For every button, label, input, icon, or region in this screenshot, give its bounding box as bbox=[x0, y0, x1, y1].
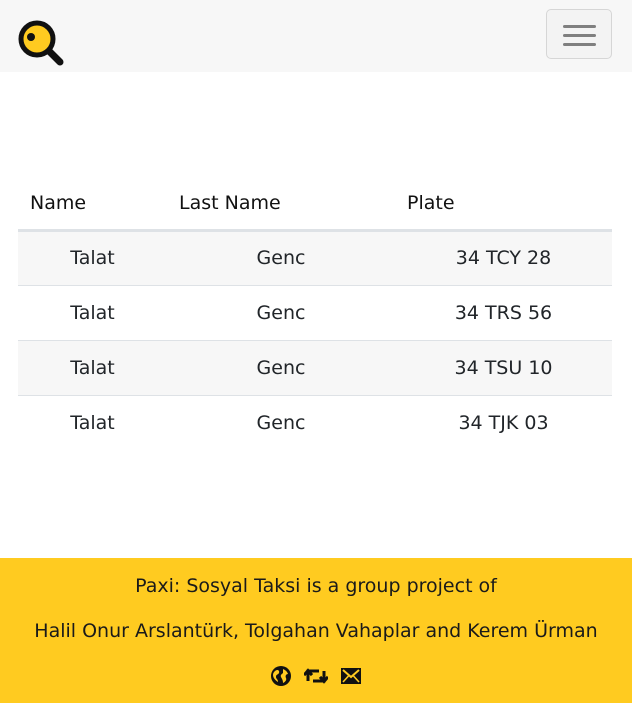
navbar bbox=[0, 0, 632, 72]
footer-project-line: Paxi: Sosyal Taksi is a group project of bbox=[135, 575, 497, 597]
cell-name: Talat bbox=[18, 340, 167, 396]
globe-icon[interactable] bbox=[269, 664, 293, 688]
cell-name: Talat bbox=[18, 285, 167, 341]
cell-last-name: Genc bbox=[167, 340, 395, 396]
table-row: Talat Genc 34 TRS 56 bbox=[18, 285, 612, 341]
column-header-plate: Plate bbox=[395, 178, 612, 232]
column-header-last-name: Last Name bbox=[167, 178, 395, 232]
envelope-icon[interactable] bbox=[339, 664, 363, 688]
table-header-row: Name Last Name Plate bbox=[18, 178, 612, 232]
magnifier-logo-icon[interactable] bbox=[16, 18, 66, 68]
cell-last-name: Genc bbox=[256, 411, 306, 434]
cell-plate: 34 TSU 10 bbox=[395, 340, 612, 396]
cell-name: Talat bbox=[18, 230, 167, 286]
footer-icon-row bbox=[0, 664, 632, 690]
menu-toggle-button[interactable] bbox=[546, 9, 612, 59]
table-row: Talat Genc 34 TSU 10 bbox=[18, 340, 612, 396]
taxi-table: Name Last Name Plate Talat Genc 34 TCY 2… bbox=[18, 178, 612, 450]
retweet-icon[interactable] bbox=[302, 664, 330, 688]
footer: Paxi: Sosyal Taksi is a group project of… bbox=[0, 558, 632, 703]
column-header-name: Name bbox=[18, 178, 167, 232]
table-row: Talat Genc 34 TJK 03 bbox=[18, 395, 612, 450]
cell-last-name: Genc bbox=[167, 285, 395, 341]
cell-last-name: Genc bbox=[167, 230, 395, 286]
cell-plate: 34 TJK 03 bbox=[458, 411, 549, 434]
cell-name: Talat bbox=[70, 411, 115, 434]
hamburger-menu-icon bbox=[563, 25, 596, 28]
table-row: Talat Genc 34 TCY 28 bbox=[18, 230, 612, 286]
cell-plate: 34 TCY 28 bbox=[395, 230, 612, 286]
cell-plate: 34 TRS 56 bbox=[395, 285, 612, 341]
footer-authors-line: Halil Onur Arslantürk, Tolgahan Vahaplar… bbox=[34, 620, 598, 642]
